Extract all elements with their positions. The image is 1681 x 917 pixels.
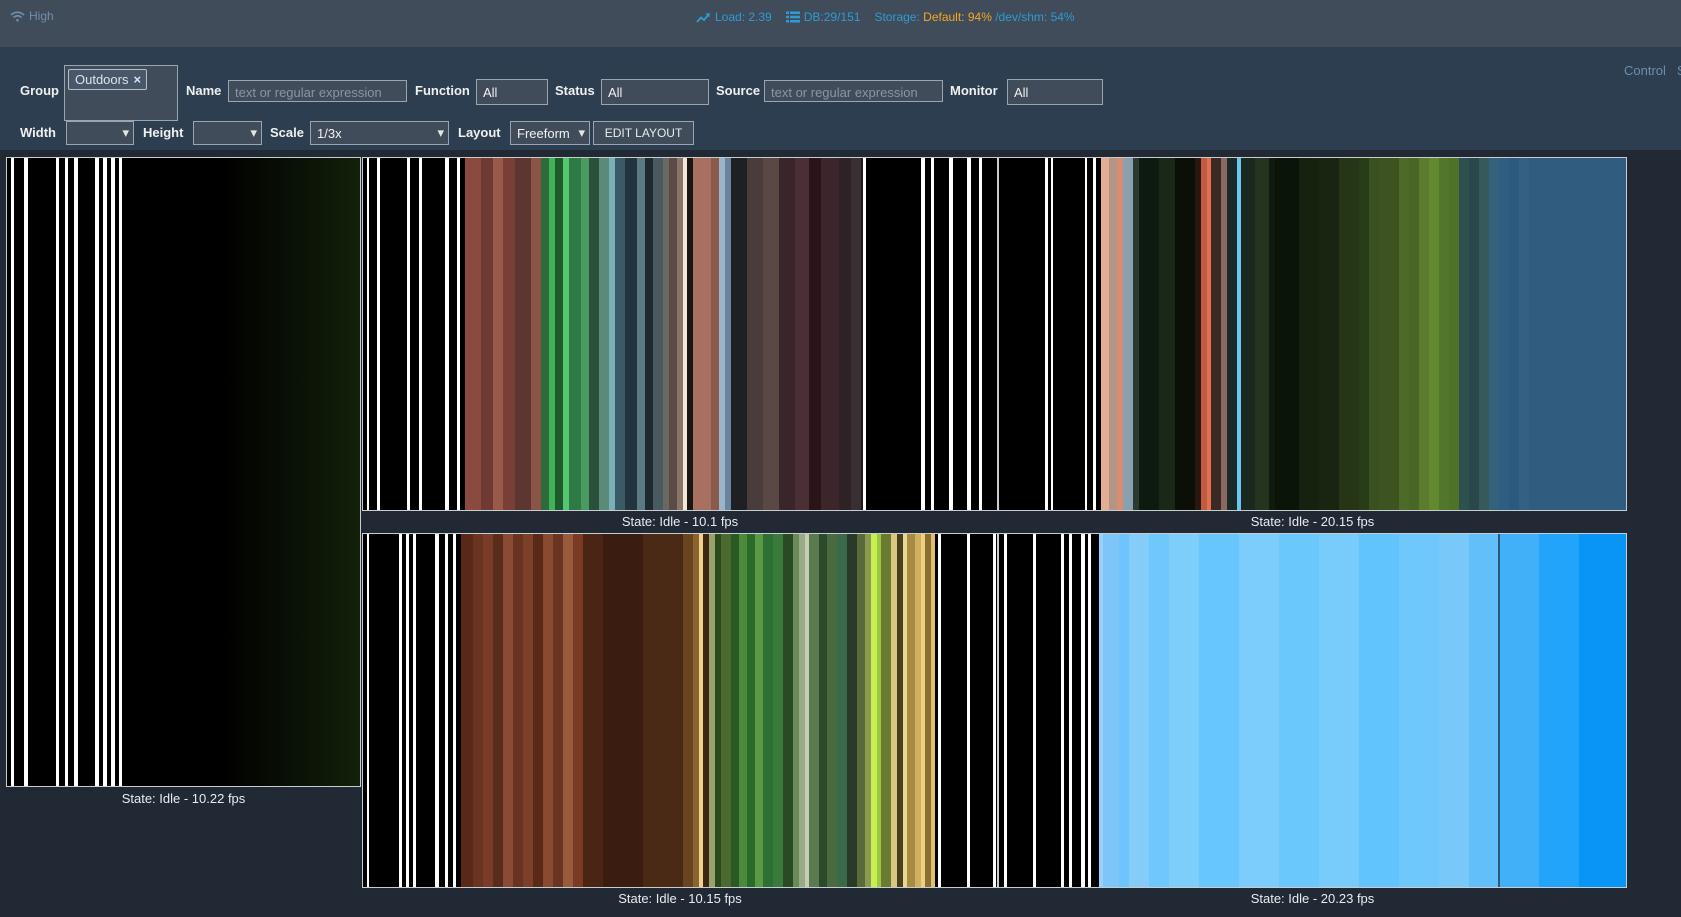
- trend-up-icon: [696, 13, 710, 23]
- monitor-4-state: State: Idle - 10.15 fps: [618, 891, 742, 906]
- group-label: Group: [20, 83, 59, 98]
- monitor-1-stream[interactable]: [6, 157, 361, 787]
- monitor-5-state: State: Idle - 20.23 fps: [1250, 891, 1375, 906]
- status-navbar: High Load: 2.39 DB:29/151 Storage: Defaul…: [0, 0, 1681, 47]
- width-label: Width: [20, 125, 56, 140]
- status-label: Status: [555, 83, 595, 98]
- storage-default-stat: Default: 94%: [923, 10, 992, 24]
- load-stat: Load: 2.39: [715, 10, 772, 24]
- function-label: Function: [415, 83, 470, 98]
- database-list-icon: [785, 11, 800, 23]
- monitor-label: Monitor: [950, 83, 998, 98]
- monitor-5-stream[interactable]: [998, 533, 1627, 888]
- height-select[interactable]: [193, 121, 262, 145]
- control-suffix: S: [1677, 63, 1681, 78]
- group-multiselect[interactable]: Outdoors ×: [64, 65, 178, 121]
- height-label: Height: [143, 125, 184, 140]
- monitor-2-state: State: Idle - 10.1 fps: [621, 514, 739, 529]
- chip-remove-icon[interactable]: ×: [133, 72, 141, 87]
- scale-label: Scale: [270, 125, 304, 140]
- source-filter-input[interactable]: text or regular expression: [764, 80, 943, 102]
- name-label: Name: [186, 83, 222, 98]
- layout-label: Layout: [458, 125, 501, 140]
- monitor-1-state: State: Idle - 10.22 fps: [121, 791, 246, 806]
- monitor-select[interactable]: All: [1007, 79, 1103, 105]
- monitor-3-state: State: Idle - 20.15 fps: [1250, 514, 1375, 529]
- group-chip-outdoors: Outdoors ×: [68, 69, 148, 90]
- scale-select[interactable]: 1/3x: [310, 121, 449, 145]
- control-link[interactable]: Control S: [1624, 63, 1681, 78]
- stream-glitch-bars: [999, 158, 1626, 510]
- control-label: Control: [1624, 63, 1666, 78]
- wifi-icon: [10, 11, 25, 22]
- db-stat: DB:29/151: [803, 10, 861, 24]
- storage-label: Storage:: [874, 10, 920, 24]
- bandwidth-label: High: [29, 9, 54, 23]
- source-label: Source: [716, 83, 761, 98]
- width-select[interactable]: [66, 121, 134, 145]
- function-select[interactable]: All: [476, 79, 548, 105]
- monitor-2-stream[interactable]: [362, 157, 998, 511]
- system-stats: Load: 2.39 DB:29/151 Storage: Default: 94…: [696, 10, 1075, 24]
- status-select[interactable]: All: [601, 79, 709, 105]
- monitor-3-stream[interactable]: [998, 157, 1627, 511]
- storage-shm-stat: /dev/shm: 54%: [995, 10, 1075, 24]
- layout-select[interactable]: Freeform: [510, 121, 590, 145]
- bandwidth-toggle[interactable]: High: [10, 9, 54, 23]
- group-chip-label: Outdoors: [75, 72, 129, 87]
- name-filter-input[interactable]: text or regular expression: [228, 80, 407, 102]
- monitor-4-stream[interactable]: [362, 533, 998, 888]
- edit-layout-button[interactable]: EDIT LAYOUT: [593, 121, 694, 145]
